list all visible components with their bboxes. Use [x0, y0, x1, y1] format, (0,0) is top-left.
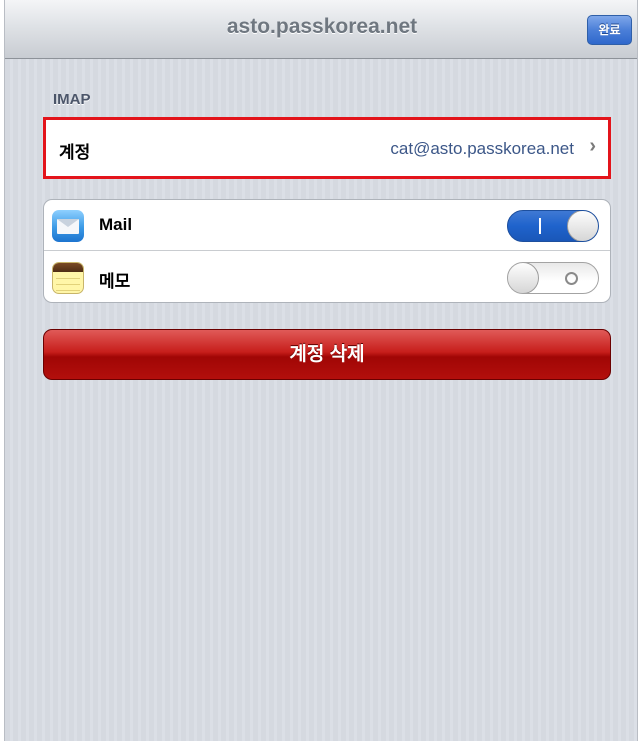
toggle-on-mark: [539, 218, 541, 234]
delete-account-button[interactable]: 계정 삭제: [43, 329, 611, 380]
done-button[interactable]: 완료: [587, 15, 632, 45]
mail-toggle[interactable]: [507, 210, 599, 242]
chevron-right-icon: ›: [589, 135, 596, 157]
notes-icon: [52, 262, 84, 294]
notes-toggle[interactable]: [507, 262, 599, 294]
toggle-knob: [508, 263, 539, 293]
nav-bar: asto.passkorea.net 완료: [5, 0, 637, 59]
settings-window: asto.passkorea.net 완료 IMAP 계정 cat@asto.p…: [4, 0, 638, 741]
section-header-imap: IMAP: [53, 91, 91, 108]
services-group: Mail 메모: [43, 199, 611, 303]
account-value: cat@asto.passkorea.net: [390, 139, 574, 158]
toggle-off-mark: [565, 272, 578, 285]
account-row[interactable]: 계정 cat@asto.passkorea.net ›: [43, 117, 611, 179]
list-item-mail: Mail: [44, 200, 610, 251]
notes-label: 메모: [99, 272, 131, 291]
account-label: 계정: [59, 143, 91, 162]
nav-title: asto.passkorea.net: [226, 15, 418, 38]
mail-icon: [52, 210, 84, 242]
toggle-knob: [567, 211, 598, 241]
mail-label: Mail: [99, 215, 133, 234]
list-item-notes: 메모: [44, 252, 610, 303]
